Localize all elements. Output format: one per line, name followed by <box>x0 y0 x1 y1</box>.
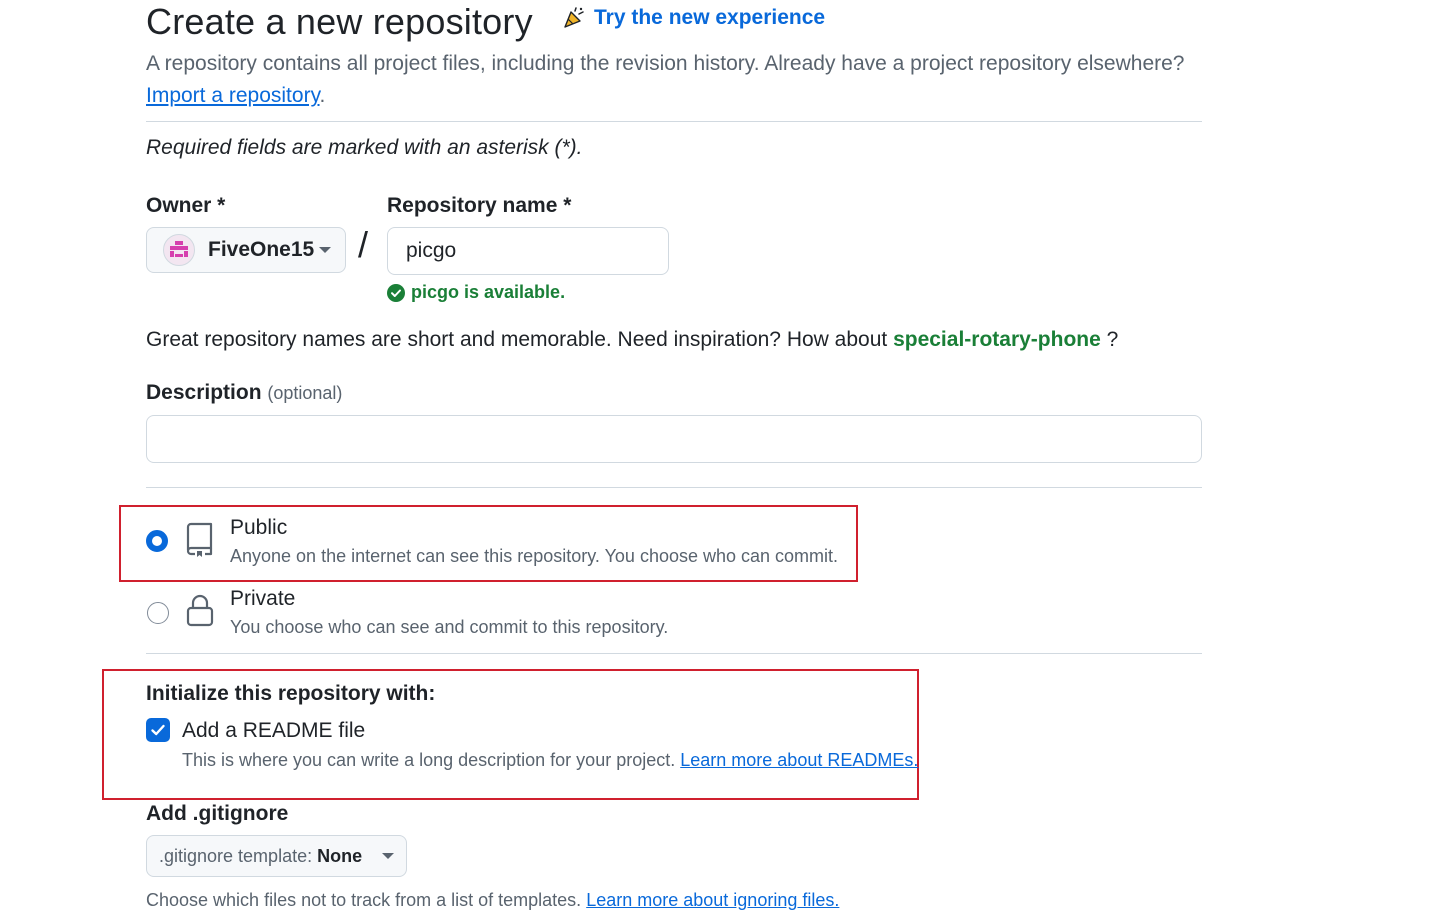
public-description: Anyone on the internet can see this repo… <box>230 546 839 566</box>
divider <box>146 121 1202 122</box>
required-fields-note: Required fields are marked with an aster… <box>146 136 583 159</box>
private-description: You choose who can see and commit to thi… <box>230 617 669 637</box>
owner-name: FiveOne15 <box>208 238 315 261</box>
gitignore-help-text: Choose which files not to track from a l… <box>146 890 582 910</box>
try-link-label: Try the new experience <box>594 6 826 29</box>
name-suggestion: Great repository names are short and mem… <box>146 328 1118 352</box>
chevron-down-icon <box>382 853 394 859</box>
chevron-down-icon <box>319 247 331 253</box>
avatar <box>163 234 195 266</box>
suggested-name-link[interactable]: special-rotary-phone <box>893 328 1101 351</box>
learn-ignoring-files-link[interactable]: Learn more about ignoring files. <box>586 890 839 910</box>
intro-period: . <box>319 84 326 107</box>
readme-description-text: This is where you can write a long descr… <box>182 750 676 770</box>
learn-readmes-link[interactable]: Learn more about READMEs. <box>680 750 918 770</box>
owner-repo-separator: / <box>358 224 369 265</box>
repository-name-input[interactable] <box>387 227 669 275</box>
lock-icon <box>186 594 214 627</box>
readme-description: This is where you can write a long descr… <box>182 750 918 771</box>
identicon-icon <box>170 241 188 257</box>
repo-name-label: Repository name * <box>387 194 572 217</box>
gitignore-label: Add .gitignore <box>146 802 289 825</box>
checkmark-icon <box>151 724 165 736</box>
party-popper-icon <box>564 7 584 28</box>
readme-label[interactable]: Add a README file <box>182 719 365 743</box>
optional-tag: (optional) <box>267 383 343 403</box>
intro-text: A repository contains all project files,… <box>146 48 1206 112</box>
gitignore-template-prefix: .gitignore template: <box>159 845 313 866</box>
repo-icon <box>186 522 213 557</box>
gitignore-template-value: None <box>317 845 363 866</box>
public-title: Public <box>230 516 288 539</box>
try-new-experience-link[interactable]: Try the new experience <box>562 6 825 30</box>
availability-message: picgo is available. <box>387 282 565 303</box>
init-heading: Initialize this repository with: <box>146 682 436 705</box>
private-radio[interactable] <box>147 602 169 624</box>
owner-select-button[interactable]: FiveOne15 <box>146 227 346 273</box>
description-input[interactable] <box>146 415 1202 463</box>
import-repository-link[interactable]: Import a repository <box>146 84 320 107</box>
readme-checkbox[interactable] <box>146 718 170 742</box>
check-circle-icon <box>387 283 405 302</box>
private-title: Private <box>230 587 296 610</box>
availability-text: picgo is available. <box>411 282 566 302</box>
owner-label: Owner * <box>146 194 226 217</box>
description-label-text: Description <box>146 381 262 404</box>
page-title: Create a new repository <box>146 1 533 42</box>
suggestion-question-mark: ? <box>1106 328 1119 351</box>
suggestion-text: Great repository names are short and mem… <box>146 328 888 351</box>
gitignore-template-select[interactable]: .gitignore template: None <box>146 835 407 877</box>
gitignore-help: Choose which files not to track from a l… <box>146 890 839 911</box>
divider <box>146 487 1202 488</box>
public-radio[interactable] <box>146 530 168 552</box>
description-label: Description (optional) <box>146 381 342 405</box>
divider <box>146 653 1202 654</box>
intro-description: A repository contains all project files,… <box>146 52 1185 75</box>
